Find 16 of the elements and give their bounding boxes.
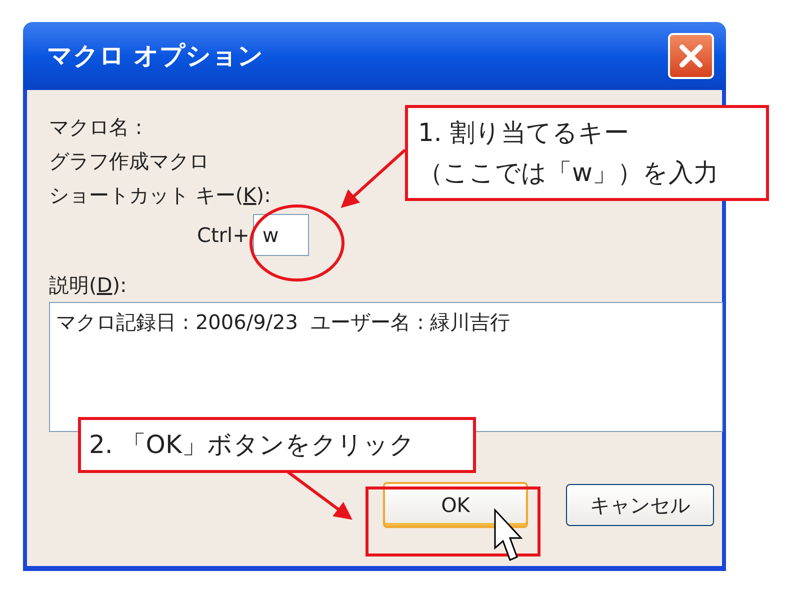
description-label: 説明(D): [49, 273, 127, 297]
close-icon [678, 43, 704, 69]
callout-text: （ここでは「w」）を入力 [418, 157, 720, 189]
window-title: マクロ オプション [47, 40, 264, 72]
shortcut-field[interactable]: w [253, 214, 310, 256]
macro-name-label: マクロ名 : [49, 114, 142, 141]
description-field[interactable]: マクロ記録日 : 2006/9/23 ユーザー名 : 緑川吉行 [49, 302, 723, 432]
callout-text: 2. 「OK」ボタンをクリック [89, 429, 416, 462]
macro-name: グラフ作成マクロ [49, 148, 209, 175]
callout-text: 1. 割り当てるキー [418, 117, 630, 149]
shortcut-key-label: ショートカット キー(K): [49, 183, 271, 207]
dialog-button[interactable]: OK [383, 482, 528, 528]
cursor-icon [494, 508, 523, 561]
dialog-button[interactable]: キャンセル [566, 484, 714, 526]
close-button[interactable] [668, 33, 714, 79]
ctrl-label: Ctrl+ [197, 222, 250, 249]
